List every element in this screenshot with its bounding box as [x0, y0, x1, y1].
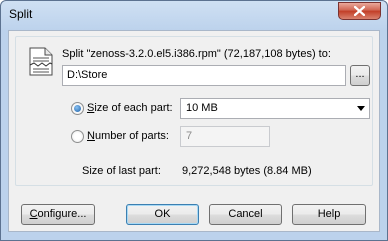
cancel-button[interactable]: Cancel	[209, 204, 282, 225]
number-of-parts-input[interactable]: 7	[180, 126, 270, 147]
last-part-label: Size of last part:	[82, 165, 161, 177]
ok-button[interactable]: OK	[126, 204, 199, 225]
part-size-value: 10 MB	[186, 102, 218, 114]
split-dialog: Split Split "zenoss-3.2.0.el5.i386.rpm" …	[0, 0, 388, 241]
size-each-part-label[interactable]: Size of each part:	[87, 102, 173, 114]
number-of-parts-label[interactable]: Number of parts:	[87, 130, 169, 142]
split-options-group: Split "zenoss-3.2.0.el5.i386.rpm" (72,18…	[15, 36, 373, 186]
destination-path-input[interactable]: D:\Store	[62, 65, 346, 86]
dialog-body: Split "zenoss-3.2.0.el5.i386.rpm" (72,18…	[8, 30, 380, 232]
close-icon	[354, 6, 365, 16]
help-button[interactable]: Help	[292, 204, 366, 225]
title-bar[interactable]: Split	[1, 1, 387, 29]
configure-button[interactable]: Configure...	[21, 204, 95, 225]
last-part-value: 9,272,548 bytes (8.84 MB)	[182, 165, 312, 177]
close-button[interactable]	[338, 2, 381, 20]
chevron-down-icon	[357, 106, 365, 111]
size-each-part-radio[interactable]	[71, 102, 84, 115]
split-file-icon	[29, 47, 53, 76]
split-description: Split "zenoss-3.2.0.el5.i386.rpm" (72,18…	[62, 48, 331, 60]
part-size-select[interactable]: 10 MB	[180, 98, 370, 119]
window-title: Split	[9, 7, 33, 21]
browse-button[interactable]: ...	[350, 65, 370, 86]
number-of-parts-radio[interactable]	[71, 130, 84, 143]
